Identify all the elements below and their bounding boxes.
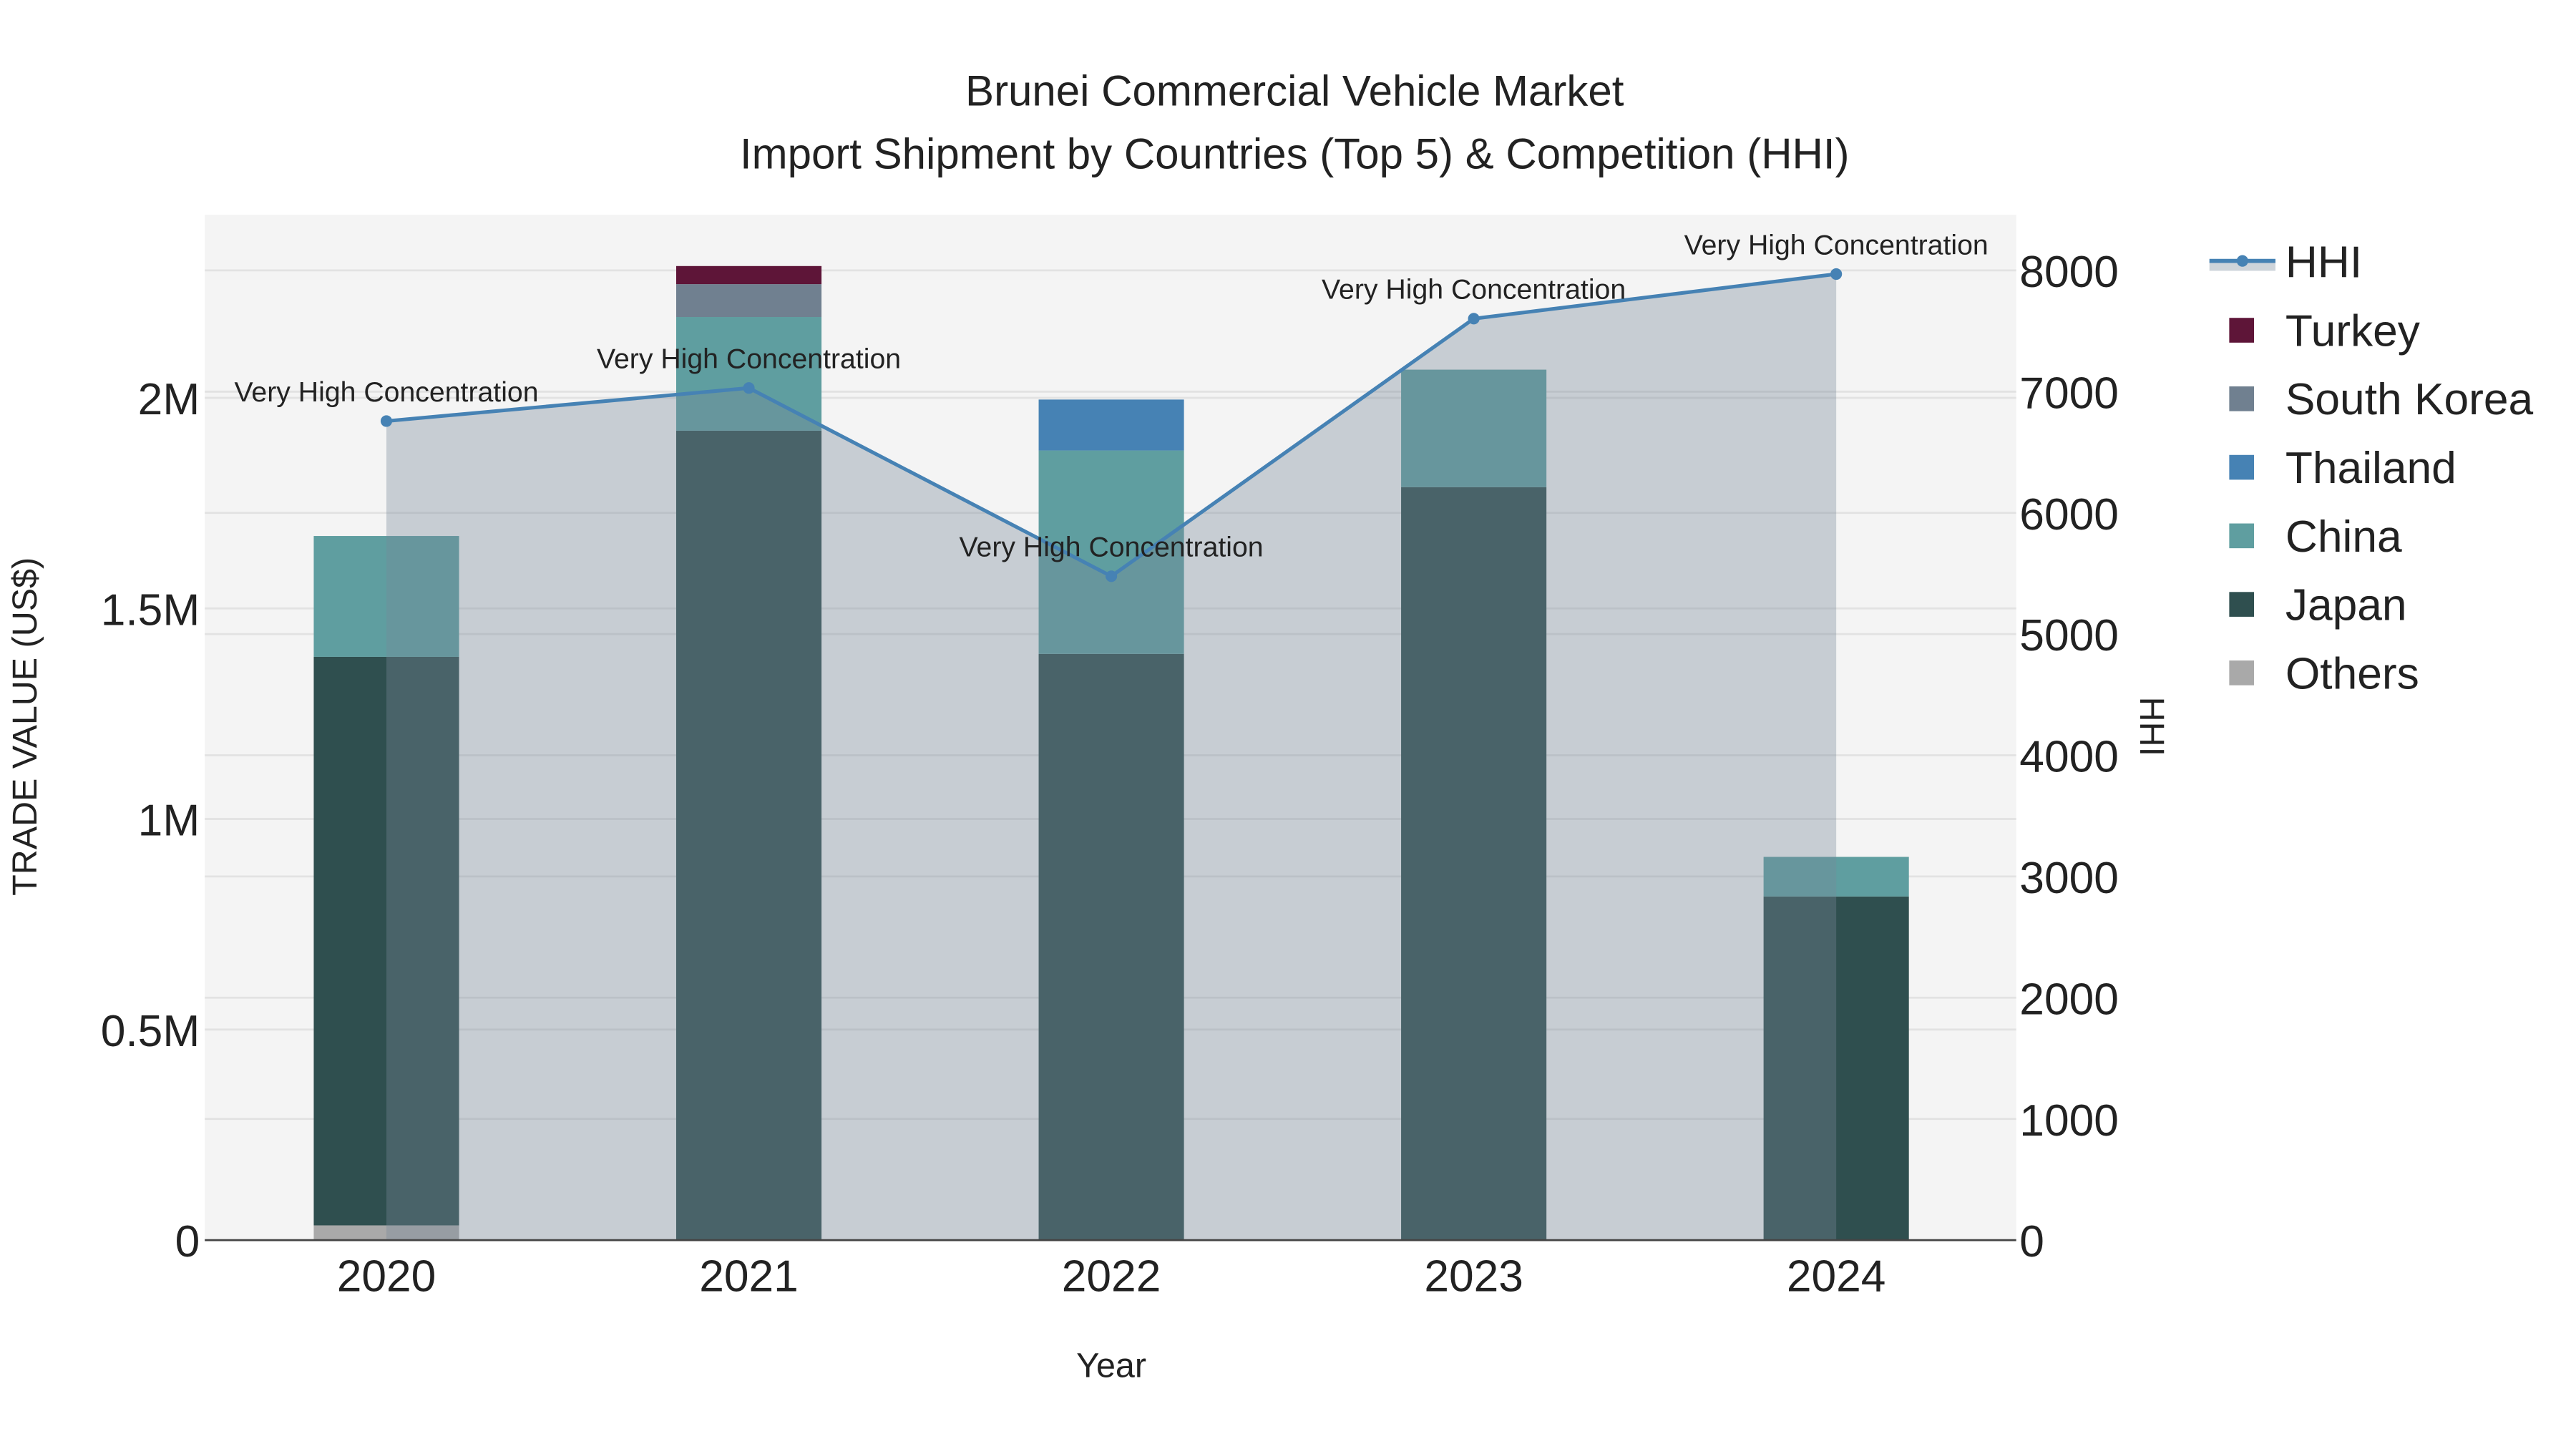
y2-axis-title: HHI <box>2132 697 2171 756</box>
hhi-point-2020 <box>380 415 393 427</box>
y-tick-label: 0 <box>175 1217 200 1267</box>
y2-tick-label: 3000 <box>2019 854 2119 903</box>
legend-swatch <box>2229 454 2254 480</box>
x-tick-2020: 2020 <box>337 1252 436 1302</box>
hhi-annotation-2024: Very High Concentration <box>1684 229 1989 260</box>
legend-label: HHI <box>2285 238 2362 288</box>
legend-item-others[interactable]: Others <box>2229 649 2419 698</box>
legend-item-japan[interactable]: Japan <box>2229 581 2407 630</box>
legend-label: China <box>2285 512 2402 562</box>
hhi-point-2023 <box>1468 313 1480 325</box>
y2-tick-label: 0 <box>2019 1217 2044 1267</box>
x-tick-2022: 2022 <box>1062 1252 1161 1302</box>
bar-thailand-2022 <box>1038 399 1184 451</box>
legend-label: Turkey <box>2285 306 2421 356</box>
hhi-point-2022 <box>1106 570 1118 582</box>
legend-item-thailand[interactable]: Thailand <box>2229 444 2457 493</box>
x-tick-2021: 2021 <box>699 1252 799 1302</box>
legend-swatch <box>2229 592 2254 617</box>
x-axis-title: Year <box>1076 1347 1146 1385</box>
legend-item-turkey[interactable]: Turkey <box>2229 306 2421 356</box>
legend-swatch <box>2229 660 2254 686</box>
legend: HHI Turkey South Korea Thailand China Japan Ot… <box>2209 238 2534 698</box>
y2-tick-label: 4000 <box>2019 733 2119 782</box>
y-tick-label: 1M <box>138 796 200 846</box>
legend-label: Japan <box>2285 581 2407 630</box>
y2-tick-label: 7000 <box>2019 369 2119 418</box>
x-tick-2023: 2023 <box>1424 1252 1523 1302</box>
y2-tick-label: 8000 <box>2019 248 2119 297</box>
legend-item-hhi[interactable]: HHI <box>2209 238 2362 288</box>
chart-title-line2: Import Shipment by Countries (Top 5) & C… <box>740 130 1850 177</box>
legend-swatch <box>2229 386 2254 411</box>
hhi-annotation-2023: Very High Concentration <box>1322 274 1626 306</box>
legend-label: South Korea <box>2285 375 2534 424</box>
chart: Brunei Commercial Vehicle Market Import … <box>6 67 2534 1385</box>
y2-tick-labels: 0 1000 2000 3000 4000 5000 6000 7000 8000 <box>2019 248 2119 1267</box>
hhi-point-2024 <box>1830 268 1843 280</box>
legend-label: Others <box>2285 649 2419 698</box>
y2-tick-label: 1000 <box>2019 1096 2119 1146</box>
legend-item-china[interactable]: China <box>2229 512 2402 562</box>
y-tick-label: 1.5M <box>101 585 200 635</box>
y-tick-label: 2M <box>138 375 200 424</box>
hhi-annotation-2021: Very High Concentration <box>597 343 901 375</box>
hhi-annotation-2020: Very High Concentration <box>234 376 538 408</box>
bar-turkey-2021 <box>676 265 822 285</box>
hhi-annotation-2022: Very High Concentration <box>960 532 1264 563</box>
y-axis-title: TRADE VALUE (US$) <box>6 557 44 896</box>
legend-swatch-hhi-marker <box>2236 255 2248 267</box>
y2-tick-label: 5000 <box>2019 611 2119 660</box>
hhi-point-2021 <box>743 382 755 394</box>
y2-tick-label: 6000 <box>2019 490 2119 540</box>
y-tick-label: 0.5M <box>101 1007 200 1056</box>
legend-label: Thailand <box>2285 444 2457 493</box>
x-tick-2024: 2024 <box>1787 1252 1886 1302</box>
legend-swatch <box>2229 523 2254 549</box>
x-tick-labels: 2020 2021 2022 2023 2024 <box>337 1252 1886 1302</box>
legend-swatch <box>2229 318 2254 343</box>
y2-tick-label: 2000 <box>2019 975 2119 1024</box>
legend-item-south-korea[interactable]: South Korea <box>2229 375 2534 424</box>
y-tick-labels: 0 0.5M 1M 1.5M 2M <box>101 375 200 1267</box>
chart-title-line1: Brunei Commercial Vehicle Market <box>965 67 1624 115</box>
bar-south-korea-2021 <box>676 284 822 318</box>
